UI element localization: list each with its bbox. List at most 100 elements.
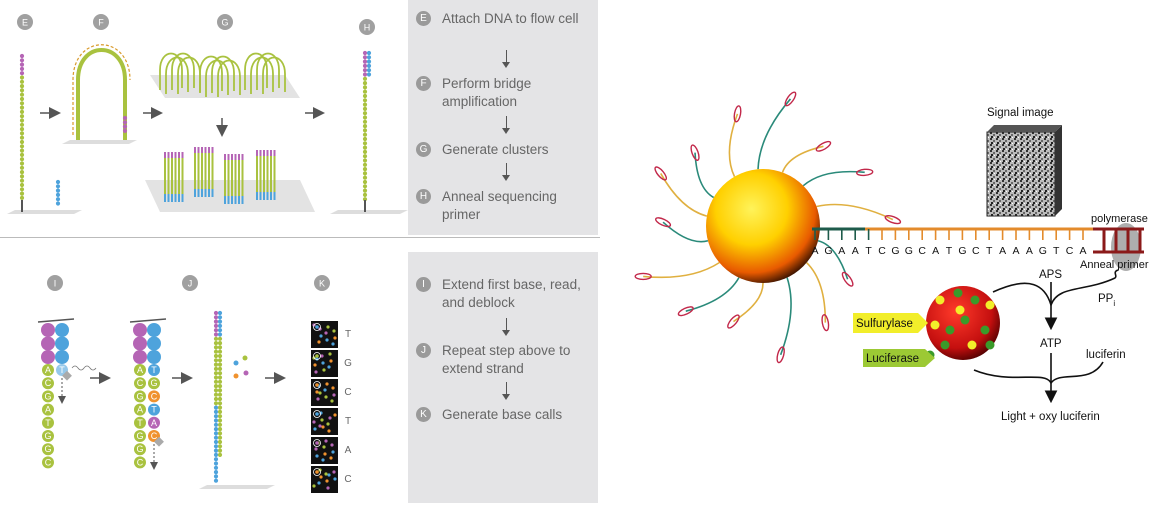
- primer-circle: [147, 350, 161, 364]
- nucleotide-dot: [55, 188, 61, 193]
- nucleotide-dot: [217, 353, 223, 359]
- nucleotide-dot: [213, 310, 219, 316]
- nucleotide-dot: [213, 366, 219, 371]
- anneal-primer-label: Anneal primer: [1080, 259, 1149, 271]
- nucleotide-dot: [19, 148, 25, 153]
- nucleotide-dot: [19, 191, 25, 196]
- nucleotide-dot: [213, 478, 219, 483]
- down-arrow-icon: [502, 382, 510, 400]
- enzyme-blob: [985, 300, 995, 310]
- nucleotide-dot: [217, 422, 223, 427]
- step-text: Generate base calls: [442, 407, 563, 422]
- enzyme-blob: [940, 340, 950, 350]
- dna-strand: [757, 98, 792, 170]
- nucleotide-dot: [362, 167, 368, 172]
- base-call-tile: G: [311, 350, 352, 377]
- nucleotide-dot: [19, 53, 25, 59]
- enzyme-blob: [945, 325, 955, 335]
- nucleotide-dot: [217, 409, 223, 414]
- template-base-letter: A: [45, 365, 51, 375]
- flow-cell-surface: [7, 210, 82, 214]
- sequence-letter: C: [1066, 245, 1074, 257]
- strand-j: [213, 310, 219, 483]
- cluster-dot: [326, 325, 330, 329]
- enzyme-blob: [960, 315, 970, 325]
- enzyme-blob: [967, 340, 977, 350]
- cluster-dot: [323, 388, 327, 392]
- template-base-letter: A: [45, 405, 51, 415]
- cluster-dot: [312, 420, 316, 424]
- nucleotide-dot: [362, 171, 368, 176]
- added-base-letter: T: [151, 405, 157, 415]
- base-call-letter: A: [345, 445, 352, 456]
- nucleotide-dot: [19, 187, 25, 192]
- nucleotide-dot: [122, 120, 128, 125]
- sequence-letter: A: [1012, 245, 1019, 257]
- template-base-letter: C: [137, 457, 144, 467]
- nucleotide-dot: [55, 179, 61, 185]
- nucleotide-dot: [19, 122, 25, 127]
- nucleotide-dot: [213, 418, 219, 423]
- base-call-tile: C: [311, 466, 352, 493]
- nucleotide-dot: [362, 102, 368, 107]
- base-call-letter: T: [345, 416, 351, 427]
- cluster-dot: [327, 365, 331, 369]
- dna-strand: [728, 113, 739, 177]
- cluster-dot: [328, 352, 332, 356]
- nucleotide-dot: [217, 315, 223, 320]
- cluster-dot: [315, 454, 319, 458]
- nucleotide-dot: [217, 392, 223, 397]
- signal-image-top: [987, 125, 1062, 132]
- flow-cell-surface: [330, 210, 408, 214]
- base-call-tile: T: [311, 408, 351, 435]
- nucleotide-dot: [55, 201, 61, 206]
- adapter-circle: [41, 350, 55, 364]
- nucleotide-dot: [213, 362, 219, 367]
- nucleotide-dot: [362, 179, 368, 185]
- nucleotide-dot: [19, 152, 25, 157]
- template-base-letter: G: [136, 444, 143, 454]
- nucleotide-dot: [362, 162, 368, 167]
- nucleotide-dot: [19, 127, 25, 132]
- nucleotide-dot: [362, 98, 368, 103]
- nucleotide-dot: [217, 401, 223, 406]
- top-step-e: E Attach DNA to flow cell: [416, 10, 592, 28]
- nucleotide-dot: [213, 328, 219, 333]
- step-badge: G: [416, 142, 431, 157]
- nucleotide-dot: [213, 371, 219, 376]
- nucleotide-dot: [19, 161, 25, 166]
- nucleotide-dot: [213, 341, 219, 346]
- sequence-letter: C: [878, 245, 886, 257]
- step-j-column: ACGATGGCTGCTAC: [129, 318, 167, 470]
- nucleotide-dot: [366, 59, 372, 64]
- nucleotide-dot: [217, 341, 223, 346]
- cluster-dot: [326, 486, 330, 490]
- bottom-step-i: I Extend first base, read, and deblock: [416, 276, 592, 312]
- nucleotide-dot: [362, 119, 368, 124]
- step-text: Perform bridge amplification: [442, 76, 532, 109]
- nucleotide-dot: [217, 427, 223, 432]
- primer-circle: [147, 336, 161, 351]
- nucleotide-dot: [19, 75, 25, 80]
- nucleotide-dot: [362, 85, 368, 90]
- nucleotide-dot: [362, 63, 368, 68]
- cluster-dot: [321, 458, 325, 462]
- nucleotide-dot: [362, 106, 368, 111]
- nucleotide-dot: [122, 124, 128, 129]
- nucleotide-dot: [213, 396, 219, 402]
- nucleotide-dot: [213, 401, 219, 406]
- bottom-steps-panel: I Extend first base, read, and deblock J Re…: [408, 252, 598, 503]
- bottom-step-j: J Repeat step above to extend strand: [416, 342, 592, 378]
- down-arrow-icon: [502, 163, 510, 181]
- template-base-letter: G: [136, 431, 143, 441]
- nucleotide-dot: [213, 358, 219, 363]
- base-call-letter: C: [344, 387, 351, 398]
- sequence-letter: T: [1053, 245, 1060, 257]
- flow-cell-surface: [145, 180, 315, 212]
- top-step-f: F Perform bridge amplification: [416, 75, 592, 111]
- dna-strand: [643, 261, 720, 279]
- base-call-tile: C: [311, 379, 352, 406]
- free-nucleotide: [243, 370, 249, 376]
- nucleotide-dot: [213, 388, 219, 393]
- nucleotide-dot: [362, 184, 368, 189]
